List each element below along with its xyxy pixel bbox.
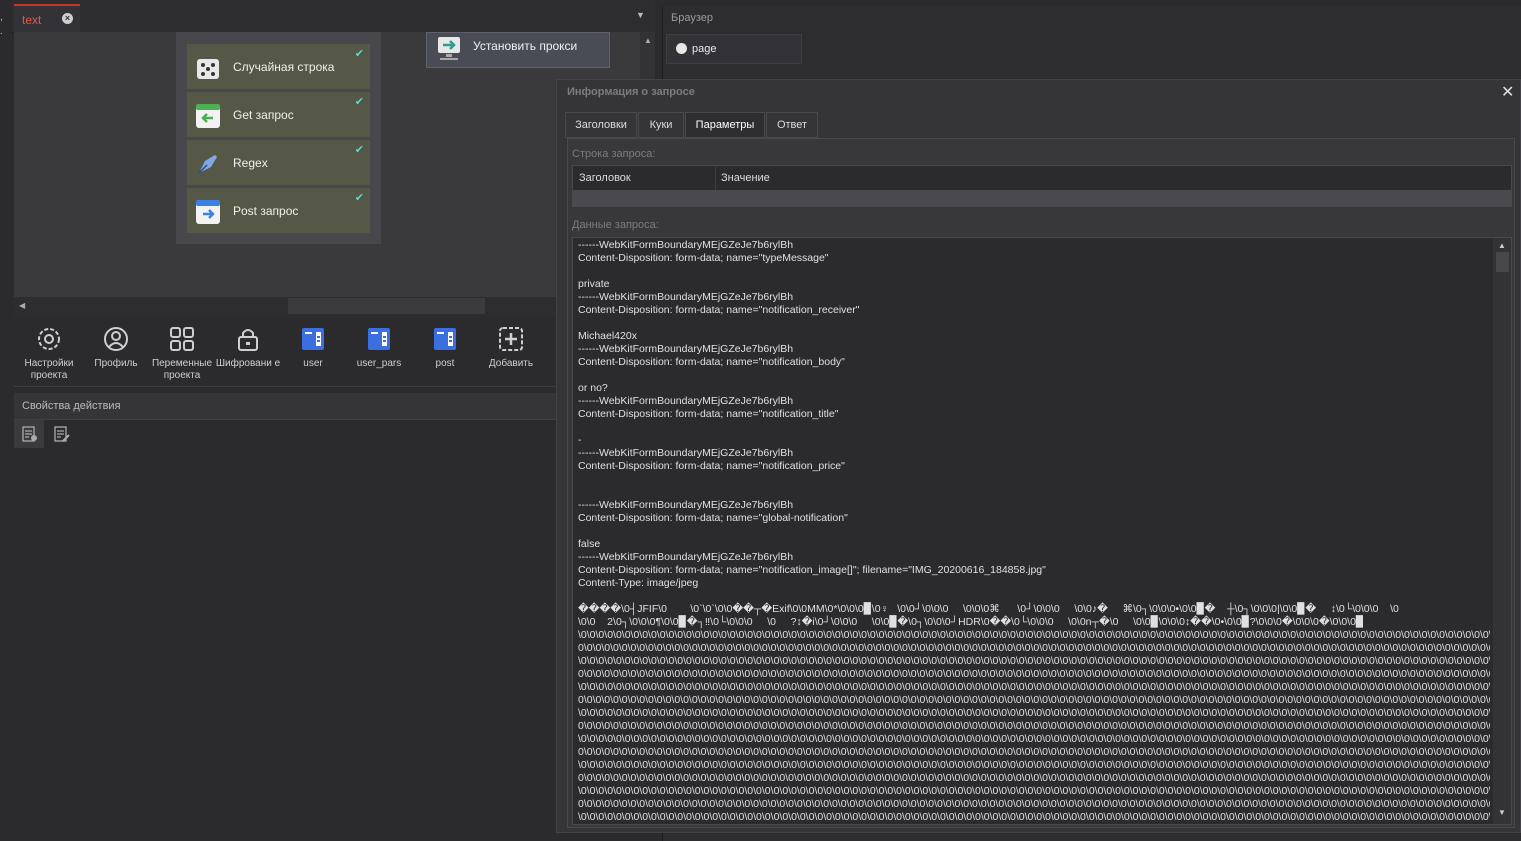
check-icon: ✔ bbox=[354, 48, 364, 60]
action-node-label: Post запрос bbox=[233, 204, 299, 218]
column-divider[interactable] bbox=[715, 166, 716, 190]
page-icon bbox=[676, 43, 687, 54]
scroll-left-icon[interactable]: ◀ bbox=[19, 301, 25, 310]
table-row[interactable] bbox=[573, 190, 1511, 206]
grid-icon bbox=[149, 324, 215, 354]
toolbar-encryption[interactable]: Шифровани е bbox=[215, 324, 281, 370]
variable-list-icon bbox=[412, 324, 478, 354]
action-group[interactable]: Случайная строка ✔ Get запрос ✔ Regex ✔ … bbox=[176, 32, 381, 244]
dialog-title: Информация о запросе bbox=[567, 86, 695, 98]
toolbar-label: Переменные проекта bbox=[151, 358, 213, 381]
action-node-regex[interactable]: Regex ✔ bbox=[187, 140, 370, 185]
column-header-key[interactable]: Заголовок bbox=[579, 172, 631, 184]
action-node-label: Установить прокси bbox=[473, 39, 578, 53]
pen-icon bbox=[195, 151, 221, 177]
scroll-up-icon[interactable]: ▲ bbox=[644, 36, 652, 45]
request-data-scrollbar[interactable]: ▲ ▼ bbox=[1493, 238, 1511, 824]
lock-icon bbox=[215, 324, 281, 354]
document-edit-icon bbox=[54, 426, 70, 445]
column-header-value[interactable]: Значение bbox=[721, 172, 770, 184]
project-tab-label: text bbox=[22, 13, 42, 27]
scrollbar-thumb[interactable] bbox=[288, 298, 485, 314]
browser-panel-header: Браузер bbox=[663, 6, 1521, 30]
parameters-panel: Строка запроса: Заголовок Значение Данны… bbox=[567, 138, 1515, 828]
tab-cookies[interactable]: Куки bbox=[638, 112, 684, 138]
browser-page-tab-label: page bbox=[692, 43, 717, 55]
toolbar-variable-user-pars[interactable]: user_pars bbox=[346, 324, 412, 370]
project-toolbar: Настройки проекта Профиль Переменные про… bbox=[14, 318, 557, 386]
action-node-label: Regex bbox=[233, 156, 268, 170]
user-circle-icon bbox=[83, 324, 149, 354]
proxy-icon bbox=[437, 36, 461, 65]
toolbar-label: Добавить bbox=[488, 358, 534, 369]
action-properties-body bbox=[14, 448, 557, 841]
toolbar-label: user_pars bbox=[356, 358, 402, 369]
tab-parameters[interactable]: Параметры bbox=[685, 112, 765, 138]
action-node-get-request[interactable]: Get запрос ✔ bbox=[187, 92, 370, 137]
query-string-label: Строка запроса: bbox=[572, 148, 656, 160]
toolbar-label: Шифровани е bbox=[215, 358, 281, 369]
toolbar-profile[interactable]: Профиль bbox=[83, 324, 149, 370]
left-edge-strip: , . bbox=[0, 0, 12, 841]
properties-edit-button[interactable] bbox=[46, 420, 76, 448]
scrollbar-thumb[interactable] bbox=[1496, 252, 1509, 272]
tab-response[interactable]: Ответ bbox=[766, 112, 818, 138]
request-data-textbox[interactable]: ------WebKitFormBoundaryMEjGZeJe7b6rylBh… bbox=[572, 237, 1512, 825]
check-icon: ✔ bbox=[354, 144, 364, 156]
toolbar-add-button[interactable]: Добавить bbox=[478, 324, 544, 370]
close-icon[interactable]: ✕ bbox=[1501, 82, 1514, 102]
scroll-down-icon[interactable]: ▼ bbox=[1498, 808, 1506, 817]
action-node-set-proxy[interactable]: Установить прокси bbox=[426, 32, 610, 68]
variable-list-icon bbox=[346, 324, 412, 354]
toolbar-variable-user[interactable]: user bbox=[280, 324, 346, 370]
properties-view-button[interactable] bbox=[14, 420, 44, 448]
add-icon bbox=[478, 324, 544, 354]
get-request-icon bbox=[195, 103, 221, 129]
request-info-dialog: Информация о запросе ✕ Заголовки Куки Па… bbox=[556, 79, 1521, 833]
action-properties-header: Свойства действия bbox=[14, 393, 557, 420]
table-header: Заголовок Значение bbox=[573, 166, 1511, 190]
check-icon: ✔ bbox=[354, 192, 364, 204]
action-node-random-string[interactable]: Случайная строка ✔ bbox=[187, 44, 370, 89]
edge-mark: , bbox=[0, 12, 3, 23]
post-request-icon bbox=[195, 199, 221, 225]
project-tab-bar: text × ▼ bbox=[12, 0, 655, 33]
gear-icon bbox=[16, 324, 82, 354]
toolbar-label: Настройки проекта bbox=[24, 358, 74, 381]
tab-headers[interactable]: Заголовки bbox=[565, 112, 637, 138]
close-tab-icon[interactable]: × bbox=[62, 13, 73, 24]
action-node-label: Случайная строка bbox=[233, 60, 335, 74]
project-tab[interactable]: text × bbox=[14, 4, 80, 32]
action-node-post-request[interactable]: Post запрос ✔ bbox=[187, 188, 370, 233]
toolbar-project-settings[interactable]: Настройки проекта bbox=[16, 324, 82, 382]
edge-mark: . bbox=[0, 26, 3, 37]
toolbar-project-variables[interactable]: Переменные проекта bbox=[149, 324, 215, 382]
toolbar-label: post bbox=[435, 358, 455, 369]
browser-page-tab[interactable]: page bbox=[666, 34, 802, 64]
canvas-horizontal-scrollbar[interactable]: ◀ bbox=[14, 297, 557, 317]
document-settings-icon bbox=[22, 426, 38, 445]
divider bbox=[14, 386, 557, 387]
toolbar-label: user bbox=[303, 358, 323, 369]
request-data-text[interactable]: ------WebKitFormBoundaryMEjGZeJe7b6rylBh… bbox=[578, 239, 1490, 823]
query-string-table: Заголовок Значение bbox=[572, 165, 1512, 207]
toolbar-variable-post[interactable]: post bbox=[412, 324, 478, 370]
toolbar-label: Профиль bbox=[94, 358, 138, 369]
tab-dropdown-icon[interactable]: ▼ bbox=[636, 10, 645, 20]
dice-icon bbox=[195, 55, 221, 81]
browser-panel-title: Браузер bbox=[671, 12, 713, 24]
action-properties-title: Свойства действия bbox=[22, 400, 121, 412]
action-node-label: Get запрос bbox=[233, 108, 294, 122]
variable-list-icon bbox=[280, 324, 346, 354]
check-icon: ✔ bbox=[354, 96, 364, 108]
scroll-up-icon[interactable]: ▲ bbox=[1498, 241, 1506, 250]
request-data-label: Данные запроса: bbox=[572, 219, 659, 231]
